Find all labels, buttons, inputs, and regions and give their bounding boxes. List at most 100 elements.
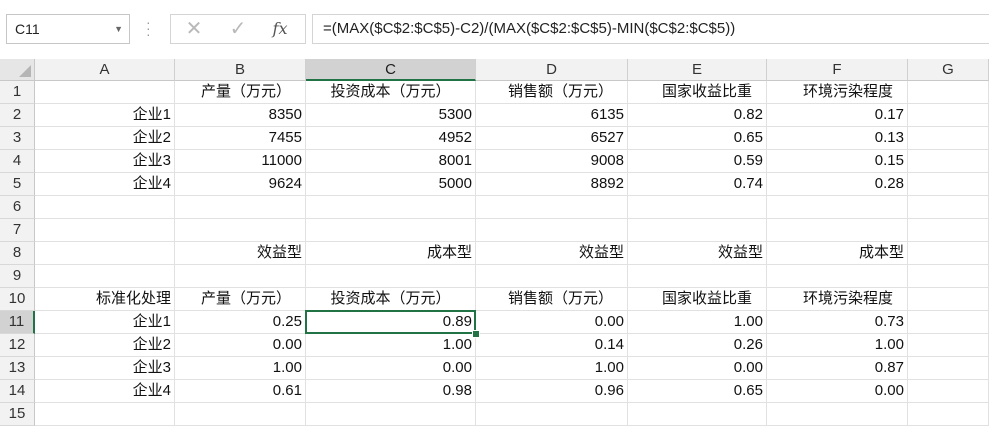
cell-f6[interactable] xyxy=(767,196,908,219)
cell-g15[interactable] xyxy=(908,403,989,426)
cancel-icon[interactable]: ✕ xyxy=(177,15,211,43)
cell-b12[interactable]: 0.00 xyxy=(175,334,306,357)
row-header-14[interactable]: 14 xyxy=(0,380,35,403)
cell-a4[interactable]: 企业3 xyxy=(35,150,175,173)
cell-g1[interactable] xyxy=(908,81,989,104)
cell-b10[interactable]: 产量（万元） xyxy=(175,288,306,311)
row-header-10[interactable]: 10 xyxy=(0,288,35,311)
cell-e8[interactable]: 效益型 xyxy=(628,242,767,265)
cell-e3[interactable]: 0.65 xyxy=(628,127,767,150)
cell-g4[interactable] xyxy=(908,150,989,173)
column-header-e[interactable]: E xyxy=(628,59,767,81)
cell-f12[interactable]: 1.00 xyxy=(767,334,908,357)
cell-f11[interactable]: 0.73 xyxy=(767,311,908,334)
cell-a7[interactable] xyxy=(35,219,175,242)
cell-b1[interactable]: 产量（万元） xyxy=(175,81,306,104)
cell-e12[interactable]: 0.26 xyxy=(628,334,767,357)
cell-d5[interactable]: 8892 xyxy=(476,173,628,196)
row-header-9[interactable]: 9 xyxy=(0,265,35,288)
cell-c5[interactable]: 5000 xyxy=(306,173,476,196)
cell-f14[interactable]: 0.00 xyxy=(767,380,908,403)
cell-a8[interactable] xyxy=(35,242,175,265)
cell-e1[interactable]: 国家收益比重 xyxy=(628,81,767,104)
cell-b14[interactable]: 0.61 xyxy=(175,380,306,403)
cell-b4[interactable]: 11000 xyxy=(175,150,306,173)
row-header-6[interactable]: 6 xyxy=(0,196,35,219)
cell-e6[interactable] xyxy=(628,196,767,219)
cell-c11[interactable]: 0.89 xyxy=(306,311,476,334)
cell-d11[interactable]: 0.00 xyxy=(476,311,628,334)
row-header-4[interactable]: 4 xyxy=(0,150,35,173)
select-all-button[interactable] xyxy=(0,59,35,81)
insert-function-icon[interactable]: fx xyxy=(263,15,297,43)
cell-g6[interactable] xyxy=(908,196,989,219)
cell-g5[interactable] xyxy=(908,173,989,196)
cell-e13[interactable]: 0.00 xyxy=(628,357,767,380)
cell-d7[interactable] xyxy=(476,219,628,242)
row-header-15[interactable]: 15 xyxy=(0,403,35,426)
cell-e5[interactable]: 0.74 xyxy=(628,173,767,196)
cell-d1[interactable]: 销售额（万元） xyxy=(476,81,628,104)
cell-f10[interactable]: 环境污染程度 xyxy=(767,288,908,311)
cell-d6[interactable] xyxy=(476,196,628,219)
row-header-11[interactable]: 11 xyxy=(0,311,35,334)
cell-a14[interactable]: 企业4 xyxy=(35,380,175,403)
column-header-c[interactable]: C xyxy=(306,59,476,81)
cell-d8[interactable]: 效益型 xyxy=(476,242,628,265)
cell-d14[interactable]: 0.96 xyxy=(476,380,628,403)
cell-b15[interactable] xyxy=(175,403,306,426)
row-header-8[interactable]: 8 xyxy=(0,242,35,265)
cell-c3[interactable]: 4952 xyxy=(306,127,476,150)
cell-d3[interactable]: 6527 xyxy=(476,127,628,150)
cell-b8[interactable]: 效益型 xyxy=(175,242,306,265)
cell-g10[interactable] xyxy=(908,288,989,311)
row-header-5[interactable]: 5 xyxy=(0,173,35,196)
row-header-3[interactable]: 3 xyxy=(0,127,35,150)
row-header-7[interactable]: 7 xyxy=(0,219,35,242)
cell-b2[interactable]: 8350 xyxy=(175,104,306,127)
cell-c15[interactable] xyxy=(306,403,476,426)
cell-f3[interactable]: 0.13 xyxy=(767,127,908,150)
cell-e14[interactable]: 0.65 xyxy=(628,380,767,403)
cell-f4[interactable]: 0.15 xyxy=(767,150,908,173)
cell-c12[interactable]: 1.00 xyxy=(306,334,476,357)
cell-e11[interactable]: 1.00 xyxy=(628,311,767,334)
column-header-g[interactable]: G xyxy=(908,59,989,81)
row-header-13[interactable]: 13 xyxy=(0,357,35,380)
cell-c2[interactable]: 5300 xyxy=(306,104,476,127)
column-header-a[interactable]: A xyxy=(35,59,175,81)
cell-c6[interactable] xyxy=(306,196,476,219)
cell-g14[interactable] xyxy=(908,380,989,403)
check-icon[interactable]: ✓ xyxy=(221,15,255,43)
cell-a5[interactable]: 企业4 xyxy=(35,173,175,196)
cell-e10[interactable]: 国家收益比重 xyxy=(628,288,767,311)
row-header-12[interactable]: 12 xyxy=(0,334,35,357)
cell-d15[interactable] xyxy=(476,403,628,426)
column-header-b[interactable]: B xyxy=(175,59,306,81)
cell-a6[interactable] xyxy=(35,196,175,219)
cell-f7[interactable] xyxy=(767,219,908,242)
cell-b11[interactable]: 0.25 xyxy=(175,311,306,334)
cell-d10[interactable]: 销售额（万元） xyxy=(476,288,628,311)
cell-d9[interactable] xyxy=(476,265,628,288)
cell-g7[interactable] xyxy=(908,219,989,242)
cell-g12[interactable] xyxy=(908,334,989,357)
cell-a9[interactable] xyxy=(35,265,175,288)
cell-f15[interactable] xyxy=(767,403,908,426)
column-header-d[interactable]: D xyxy=(476,59,628,81)
cell-g9[interactable] xyxy=(908,265,989,288)
cell-b9[interactable] xyxy=(175,265,306,288)
name-box[interactable]: C11 ▼ xyxy=(6,14,130,44)
cell-f1[interactable]: 环境污染程度 xyxy=(767,81,908,104)
cell-a2[interactable]: 企业1 xyxy=(35,104,175,127)
row-header-1[interactable]: 1 xyxy=(0,81,35,104)
cell-g2[interactable] xyxy=(908,104,989,127)
cell-d4[interactable]: 9008 xyxy=(476,150,628,173)
cell-e2[interactable]: 0.82 xyxy=(628,104,767,127)
cell-f2[interactable]: 0.17 xyxy=(767,104,908,127)
drag-handle-icon[interactable]: · · · xyxy=(146,15,151,41)
row-header-2[interactable]: 2 xyxy=(0,104,35,127)
cell-a13[interactable]: 企业3 xyxy=(35,357,175,380)
formula-input[interactable]: =(MAX($C$2:$C$5)-C2)/(MAX($C$2:$C$5)-MIN… xyxy=(312,14,989,44)
cell-c4[interactable]: 8001 xyxy=(306,150,476,173)
